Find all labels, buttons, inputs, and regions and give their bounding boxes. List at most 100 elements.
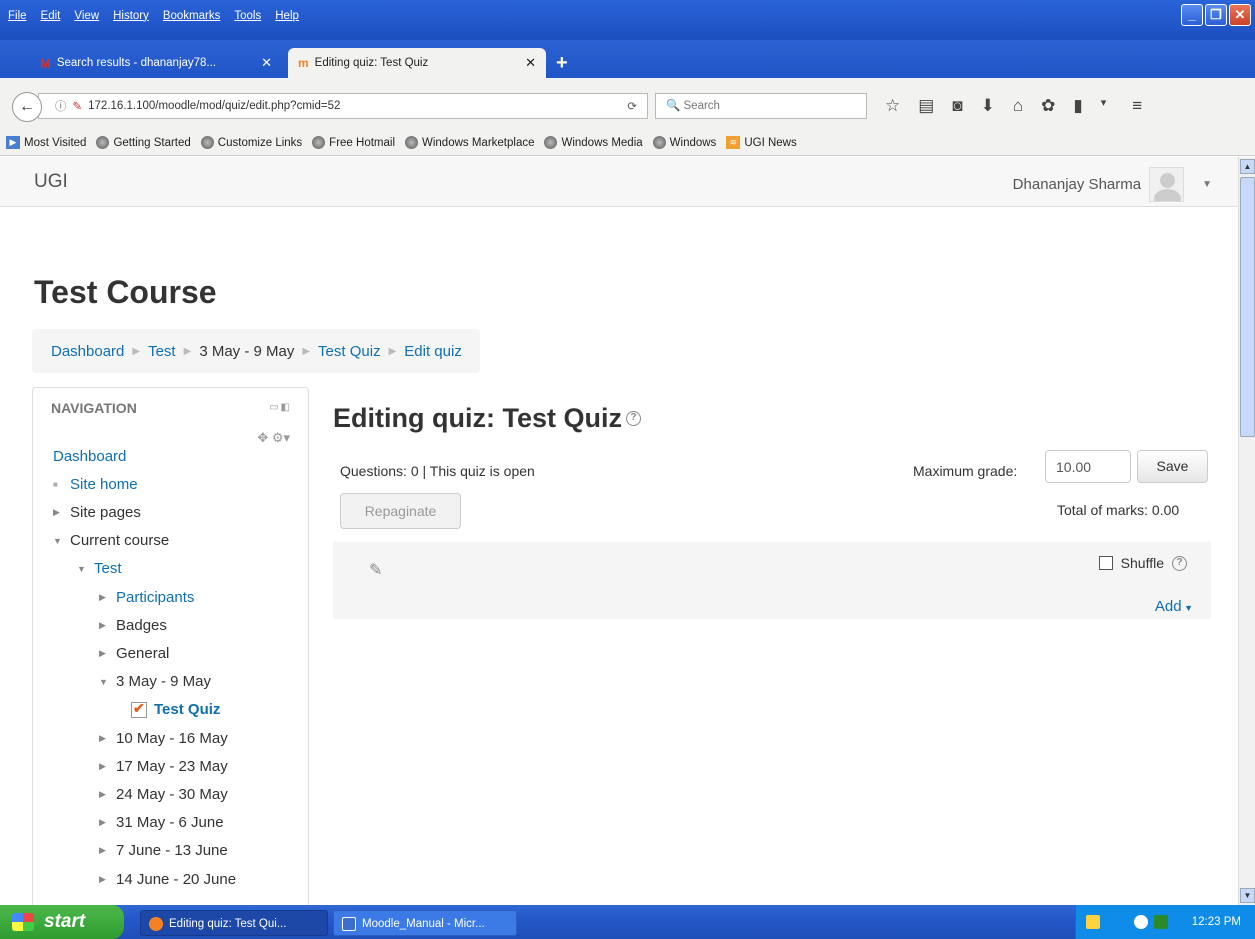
nav-item[interactable]: ▶ 14 June - 20 June (99, 866, 236, 892)
start-button[interactable]: start (0, 905, 124, 939)
bookmark-label: Most Visited (24, 136, 87, 149)
breadcrumb-test[interactable]: Test (148, 343, 176, 360)
menu-edit[interactable]: Edit (41, 10, 61, 22)
help-icon[interactable]: ? (625, 411, 641, 426)
close-window-button[interactable]: ✕ (1229, 4, 1251, 26)
nav-item[interactable]: ▶ Badges (99, 612, 167, 638)
collapsed-arrow-icon: ▶ (99, 788, 106, 799)
audio-tray-icon[interactable] (1134, 915, 1148, 929)
nav-item-label: Badges (116, 616, 167, 634)
home-icon[interactable]: ⌂ (1013, 96, 1023, 116)
navigation-toolbar: ⓘ ✎ 172.16.1.100/moodle/mod/quiz/edit.ph… (0, 78, 1255, 130)
bookmark-windows-media[interactable]: Windows Media (544, 136, 643, 149)
breadcrumb-edit-quiz[interactable]: Edit quiz (404, 343, 462, 360)
moodle-icon: m (298, 56, 309, 70)
block-actions-icon[interactable]: ✥ ⚙▾ (257, 430, 290, 446)
bookmark-label: Windows (669, 136, 717, 149)
app-tray-icon[interactable] (1154, 915, 1168, 929)
nav-item[interactable]: ▶ 24 May - 30 May (99, 781, 228, 807)
bookmark-label: UGI News (744, 136, 797, 149)
nav-item[interactable]: Test Quiz (131, 697, 220, 723)
scroll-thumb[interactable] (1240, 177, 1255, 437)
taskbar-item-word[interactable]: Moodle_Manual - Micr... (333, 910, 517, 936)
chevron-down-icon: ▼ (1202, 179, 1212, 190)
menu-history[interactable]: History (113, 10, 149, 22)
breadcrumb-test-quiz[interactable]: Test Quiz (318, 343, 381, 360)
pocket-icon[interactable]: ◙ (952, 96, 962, 116)
overflow-chevron-icon[interactable]: ▾ (1101, 96, 1107, 116)
addon-icon[interactable]: ✿ (1041, 96, 1055, 116)
help-icon[interactable]: ? (1172, 555, 1187, 571)
reload-icon[interactable]: ⟳ (627, 99, 637, 113)
reading-list-icon[interactable]: ▤ (918, 96, 934, 116)
breadcrumb-dashboard[interactable]: Dashboard (51, 343, 124, 360)
restore-button[interactable]: ❐ (1205, 4, 1227, 26)
url-bar[interactable]: ⓘ ✎ 172.16.1.100/moodle/mod/quiz/edit.ph… (38, 93, 648, 119)
expanded-arrow-icon: ▼ (99, 676, 108, 687)
collapsed-arrow-icon: ▶ (99, 817, 106, 828)
block-title: NAVIGATION (51, 400, 137, 416)
site-brand[interactable]: UGI (34, 171, 68, 193)
taskbar-item-firefox[interactable]: Editing quiz: Test Qui... (140, 910, 328, 936)
new-tab-button[interactable]: + (556, 52, 568, 75)
tab-gmail[interactable]: M Search results - dhananjay78... ✕ (30, 48, 282, 78)
menu-view[interactable]: View (74, 10, 99, 22)
nav-item[interactable]: ▼ Current course (53, 528, 169, 554)
rss-icon: ≋ (726, 136, 741, 149)
collapsed-arrow-icon: ▶ (99, 845, 106, 856)
search-input[interactable]: 🔍 Search (655, 93, 867, 119)
bookmark-free-hotmail[interactable]: Free Hotmail (312, 136, 395, 149)
nav-item[interactable]: ▶ Participants (99, 584, 194, 610)
back-button[interactable]: ← (12, 92, 42, 122)
user-menu[interactable]: Dhananjay Sharma ▼ (1013, 167, 1212, 202)
bookmark-customize-links[interactable]: Customize Links (200, 136, 302, 149)
minimize-button[interactable]: _ (1181, 4, 1203, 26)
bookmark-windows[interactable]: Windows (652, 136, 717, 149)
nav-item[interactable]: ■ Site home (53, 471, 138, 497)
help-tray-icon[interactable] (1086, 915, 1100, 929)
word-document-icon (342, 917, 356, 931)
repaginate-button[interactable]: Repaginate (340, 493, 461, 529)
nav-item[interactable]: Dashboard (53, 443, 126, 469)
menu-file[interactable]: File (8, 10, 27, 22)
nav-item[interactable]: ▼ 3 May - 9 May (99, 669, 211, 695)
download-icon[interactable]: ⬇ (981, 96, 995, 116)
info-icon[interactable]: ⓘ (55, 98, 67, 114)
add-menu[interactable]: Add ▼ (1155, 598, 1193, 615)
shuffle-checkbox[interactable] (1098, 556, 1113, 570)
nav-item-label: 3 May - 9 May (116, 673, 212, 691)
bookmark-windows-marketplace[interactable]: Windows Marketplace (405, 136, 534, 149)
network-tray-icon[interactable] (1112, 915, 1126, 929)
nav-item[interactable]: ▶ 31 May - 6 June (99, 810, 224, 836)
bookmark-star-icon[interactable]: ☆ (885, 96, 900, 116)
tab-close-icon[interactable]: ✕ (525, 55, 536, 71)
bookmark-ugi-news[interactable]: ≋ UGI News (726, 136, 797, 149)
nav-item[interactable]: ▶ General (99, 640, 169, 666)
menu-bookmarks[interactable]: Bookmarks (163, 10, 221, 22)
menu-help[interactable]: Help (275, 10, 299, 22)
bookmark-most-visited[interactable]: ▶ Most Visited (6, 136, 86, 149)
nav-item[interactable]: ▼ Test (77, 556, 122, 582)
nav-item[interactable]: ▶ 10 May - 16 May (99, 725, 228, 751)
globe-icon (200, 136, 214, 149)
extension-icon[interactable]: ▮ (1073, 96, 1082, 116)
nav-item[interactable]: ▶ 17 May - 23 May (99, 753, 228, 779)
save-button[interactable]: Save (1137, 450, 1208, 483)
menu-tools[interactable]: Tools (234, 10, 261, 22)
search-placeholder: Search (683, 100, 720, 112)
scroll-down-arrow-icon[interactable]: ▼ (1240, 888, 1255, 903)
page-scrollbar[interactable]: ▲ ▼ (1238, 157, 1255, 905)
bookmark-getting-started[interactable]: Getting Started (96, 136, 191, 149)
tab-close-icon[interactable]: ✕ (261, 55, 272, 71)
tab-editing-quiz[interactable]: m Editing quiz: Test Quiz ✕ (288, 48, 546, 78)
nav-item[interactable]: ▶ Site pages (53, 499, 141, 525)
edit-section-pencil-icon[interactable]: ✎ (369, 560, 382, 580)
breadcrumb-separator-icon: ▶ (132, 345, 141, 357)
dock-block-icon[interactable]: ▭◧ (269, 402, 292, 413)
scroll-up-arrow-icon[interactable]: ▲ (1240, 159, 1255, 174)
menu-list: File Edit View History Bookmarks Tools H… (8, 10, 299, 22)
nav-item[interactable]: ▶ 7 June - 13 June (99, 838, 228, 864)
breadcrumb-separator-icon: ▶ (302, 345, 311, 357)
max-grade-input[interactable] (1045, 450, 1131, 483)
hamburger-menu-icon[interactable]: ≡ (1132, 96, 1142, 116)
